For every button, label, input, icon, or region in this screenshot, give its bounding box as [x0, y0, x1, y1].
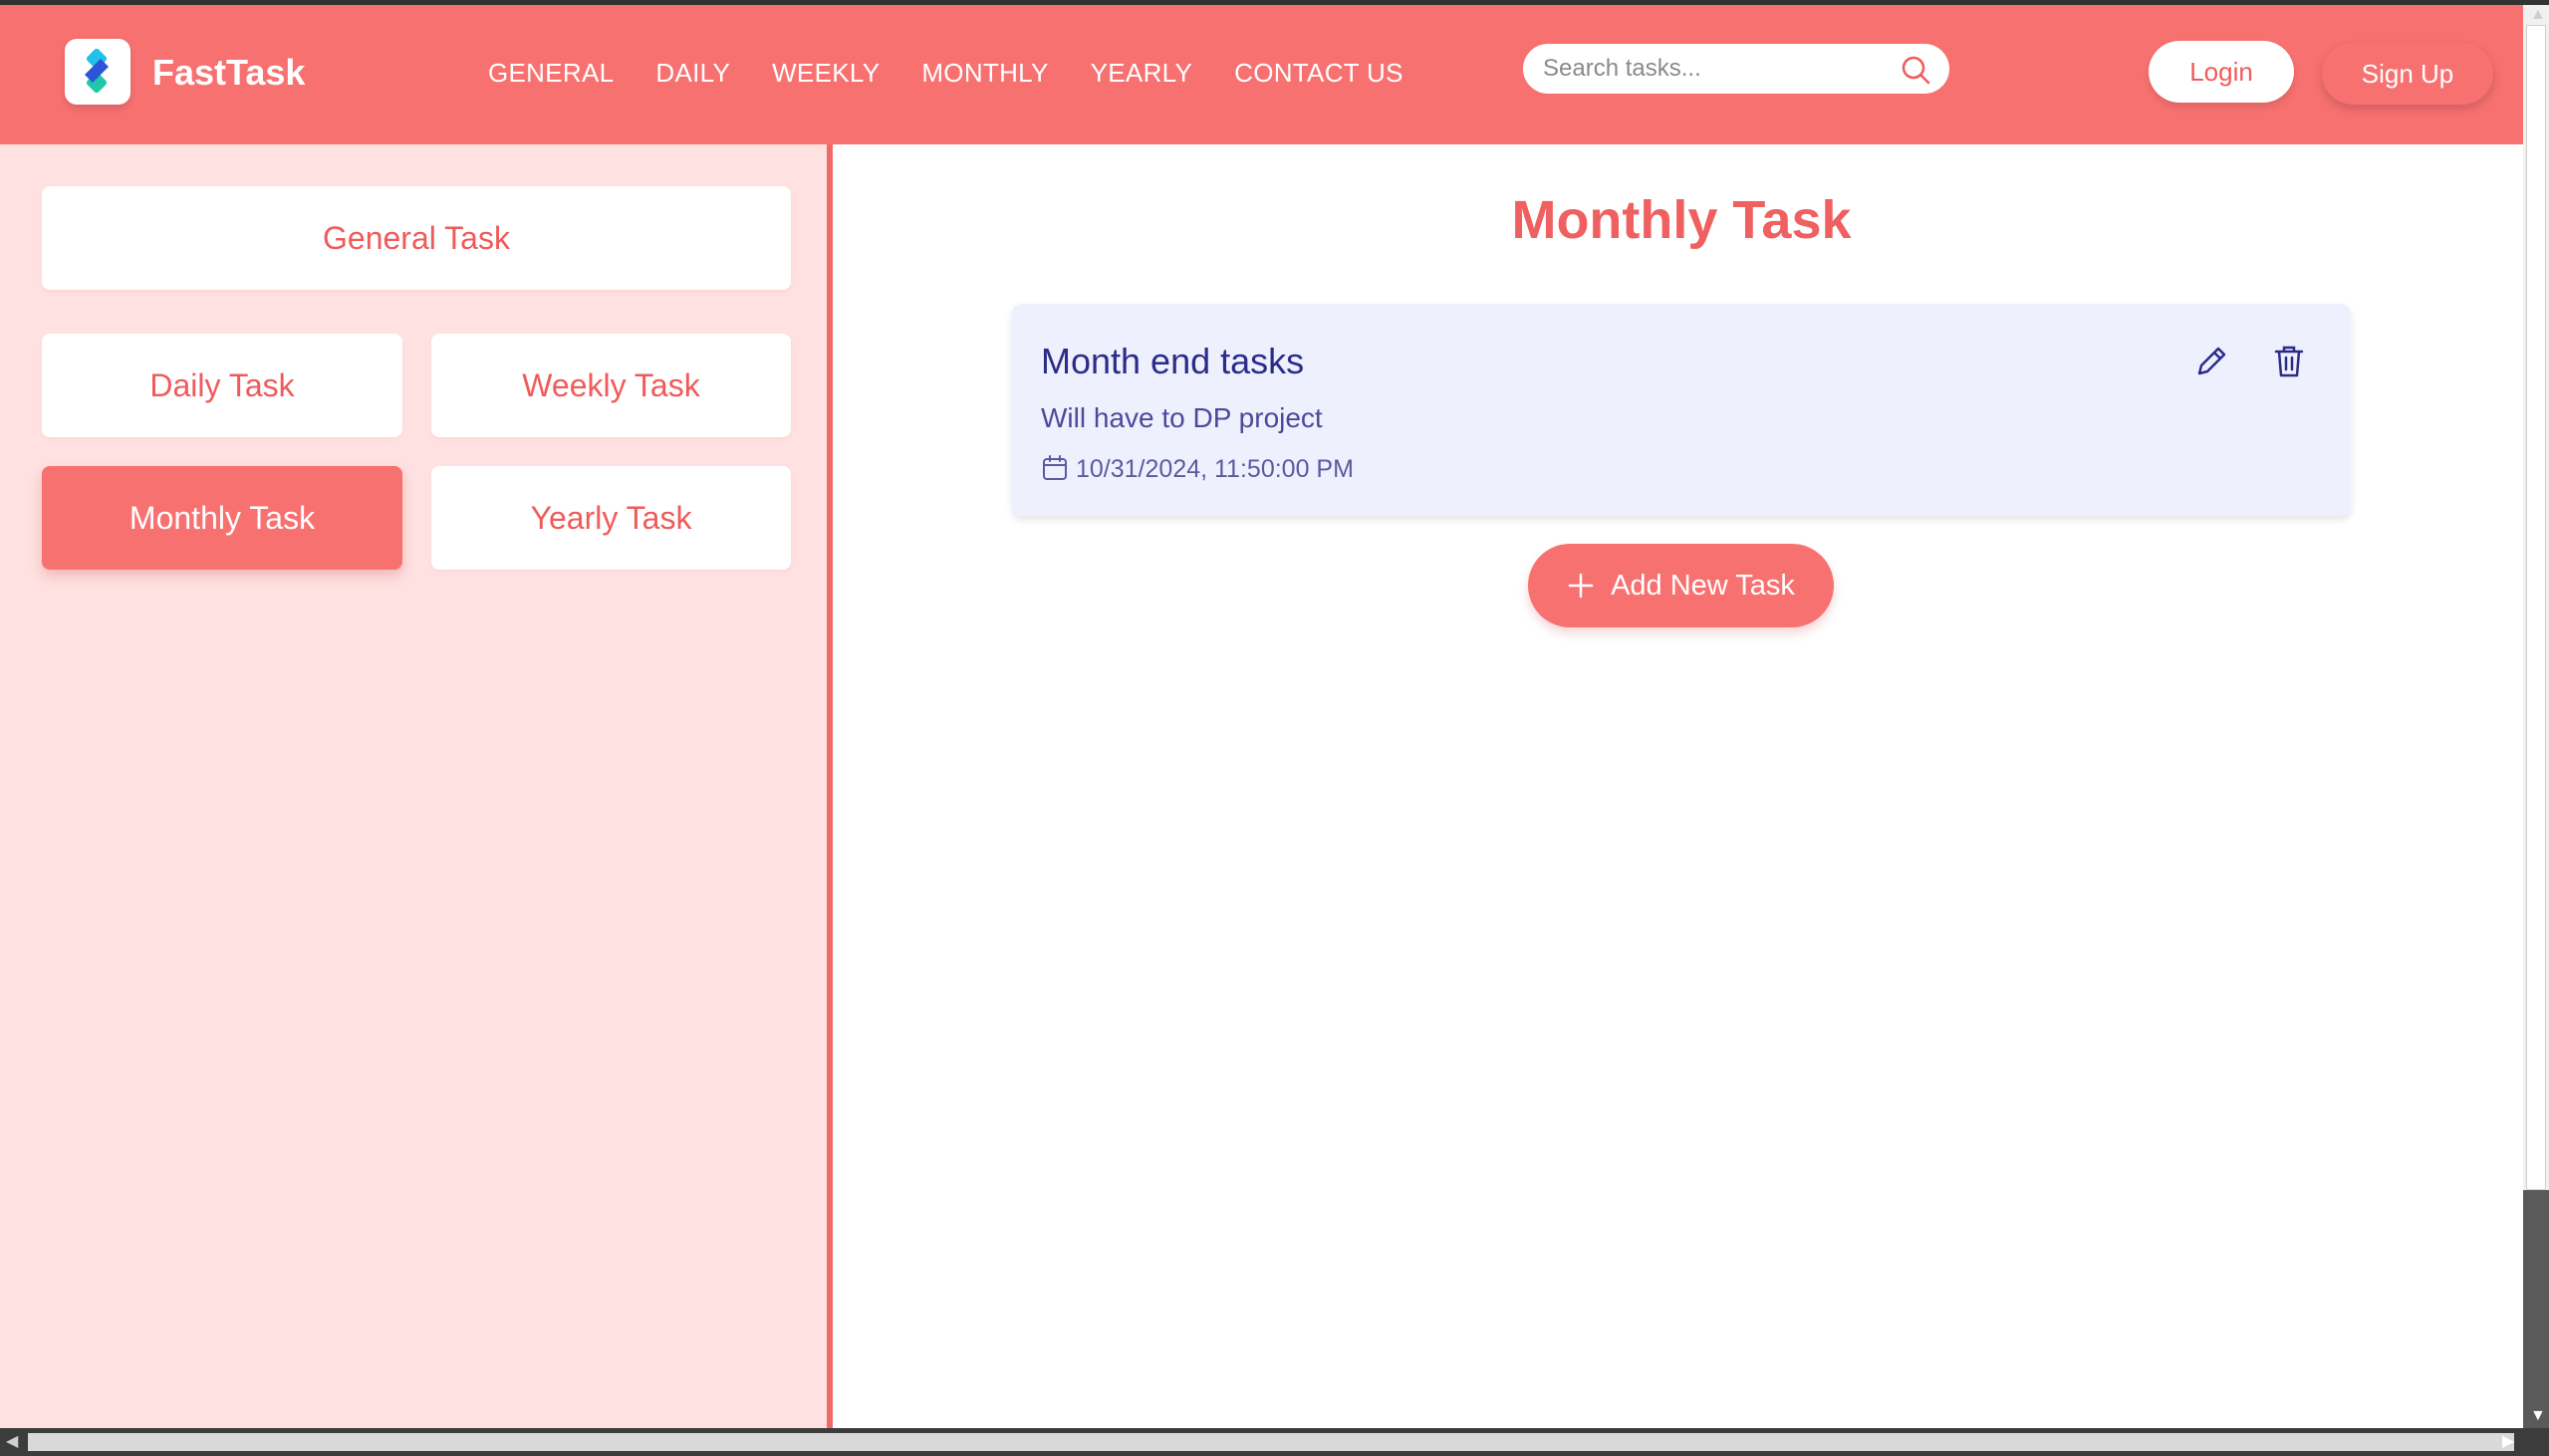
- task-title: Month end tasks: [1041, 341, 1305, 381]
- brand-name[interactable]: FastTask: [152, 47, 305, 99]
- horizontal-scrollbar[interactable]: ◀ ▶: [0, 1428, 2549, 1456]
- nav-contact-us[interactable]: CONTACT US: [1234, 53, 1403, 93]
- sidebar: General Task Daily Task Weekly Task Mont…: [0, 144, 833, 1428]
- login-button[interactable]: Login: [2149, 41, 2294, 103]
- main-nav: GENERAL DAILY WEEKLY MONTHLY YEARLY CONT…: [488, 53, 1403, 93]
- task-description: Will have to DP project: [1041, 402, 1323, 433]
- search-input[interactable]: [1543, 52, 1892, 86]
- search-icon[interactable]: [1900, 54, 1931, 86]
- page-title: Monthly Task: [1511, 190, 1852, 250]
- sidebar-item-daily[interactable]: Daily Task: [42, 334, 402, 437]
- trash-icon[interactable]: [2269, 342, 2309, 381]
- sidebar-item-yearly[interactable]: Yearly Task: [431, 466, 791, 570]
- vertical-scrollbar[interactable]: ▲ ▼: [2523, 5, 2549, 1428]
- scroll-up-arrow-icon[interactable]: ▲: [2530, 5, 2546, 25]
- search-box: [1523, 44, 1949, 94]
- add-new-task-label: Add New Task: [1611, 569, 1795, 602]
- plus-icon: [1568, 573, 1594, 599]
- nav-daily[interactable]: DAILY: [655, 53, 730, 93]
- scroll-down-arrow-icon[interactable]: ▼: [2530, 1406, 2546, 1426]
- scroll-right-arrow-icon[interactable]: ▶: [2502, 1432, 2514, 1452]
- vertical-scroll-thumb[interactable]: [2526, 25, 2546, 1190]
- task-due-date: 10/31/2024, 11:50:00 PM: [1076, 455, 1354, 483]
- sidebar-item-monthly[interactable]: Monthly Task: [42, 466, 402, 570]
- nav-monthly[interactable]: MONTHLY: [921, 53, 1048, 93]
- header: FastTask GENERAL DAILY WEEKLY MONTHLY YE…: [0, 5, 2523, 144]
- nav-weekly[interactable]: WEEKLY: [772, 53, 880, 93]
- logo[interactable]: [65, 39, 130, 105]
- vertical-scroll-track[interactable]: [2523, 1190, 2549, 1428]
- nav-general[interactable]: GENERAL: [488, 53, 614, 93]
- sidebar-item-general[interactable]: General Task: [42, 186, 791, 290]
- sidebar-item-weekly[interactable]: Weekly Task: [431, 334, 791, 437]
- signup-button[interactable]: Sign Up: [2322, 43, 2493, 105]
- calendar-icon: [1043, 455, 1067, 480]
- horizontal-scroll-thumb[interactable]: [28, 1433, 2514, 1451]
- edit-icon[interactable]: [2191, 342, 2231, 381]
- logo-icon: [85, 49, 109, 94]
- nav-yearly[interactable]: YEARLY: [1091, 53, 1192, 93]
- scroll-left-arrow-icon[interactable]: ◀: [6, 1432, 18, 1452]
- task-card[interactable]: Month end tasks Will have to DP project …: [1012, 304, 2351, 516]
- add-new-task-button[interactable]: Add New Task: [1528, 544, 1834, 627]
